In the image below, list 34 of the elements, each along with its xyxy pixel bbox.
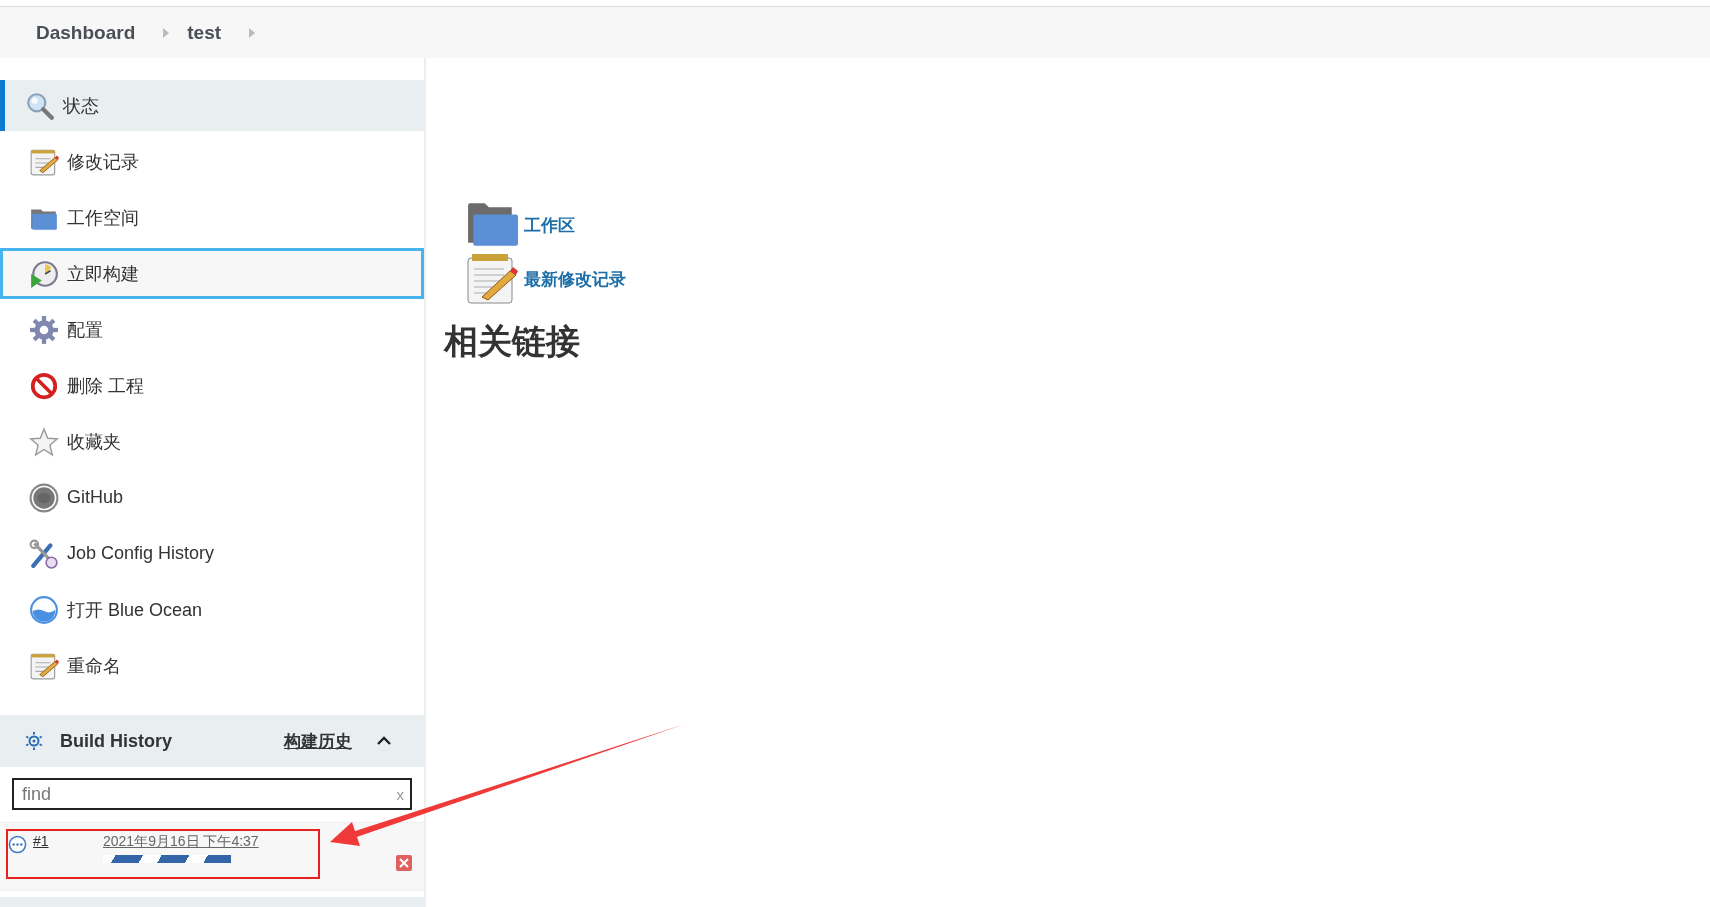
sidebar-item[interactable]: 收藏夹 — [0, 416, 424, 467]
build-number-link[interactable]: #1 — [33, 833, 91, 849]
project-link[interactable]: 工作区 — [524, 213, 575, 237]
sidebar-item[interactable]: 删除 工程 — [0, 360, 424, 411]
water-globe-icon — [29, 594, 59, 625]
project-link[interactable]: 最新修改记录 — [524, 267, 626, 291]
sidebar-item[interactable]: 打开 Blue Ocean — [0, 584, 424, 635]
abort-icon[interactable] — [396, 855, 412, 871]
breadcrumb-arrow-icon[interactable] — [163, 27, 170, 38]
sidebar-item[interactable]: Job Config History — [0, 528, 424, 579]
section-heading: 相关链接 — [444, 321, 581, 362]
build-date-link[interactable]: 2021年9月16日 下午4:37 — [103, 833, 259, 851]
breadcrumb-link[interactable]: Dashboard — [36, 21, 136, 44]
gear-icon — [29, 314, 59, 345]
breadcrumb-arrow-icon[interactable] — [249, 27, 256, 38]
notepad-pencil-icon — [466, 253, 518, 305]
sidebar-item[interactable]: 配置 — [0, 304, 424, 355]
magnifier-icon — [25, 90, 55, 121]
in-progress-icon — [8, 835, 27, 854]
sidebar-item[interactable]: 重命名 — [0, 640, 424, 691]
no-entry-icon — [29, 370, 59, 401]
sun-icon — [24, 731, 44, 751]
tools-icon — [29, 538, 59, 569]
build-history-title: Build History — [60, 730, 173, 752]
sidebar-item[interactable]: 工作空间 — [0, 192, 424, 243]
breadcrumb-link[interactable]: test — [187, 21, 222, 44]
clock-play-icon — [29, 258, 59, 289]
sidebar-item[interactable]: 状态 — [0, 80, 424, 131]
star-icon — [29, 426, 59, 457]
caret-icon[interactable] — [376, 736, 392, 746]
sidebar-item[interactable]: 立即构建 — [0, 248, 424, 299]
sidebar-item[interactable]: 修改记录 — [0, 136, 424, 187]
sidebar-item[interactable]: GitHub — [0, 472, 424, 523]
trend-link[interactable]: 构建历史 — [284, 729, 352, 753]
